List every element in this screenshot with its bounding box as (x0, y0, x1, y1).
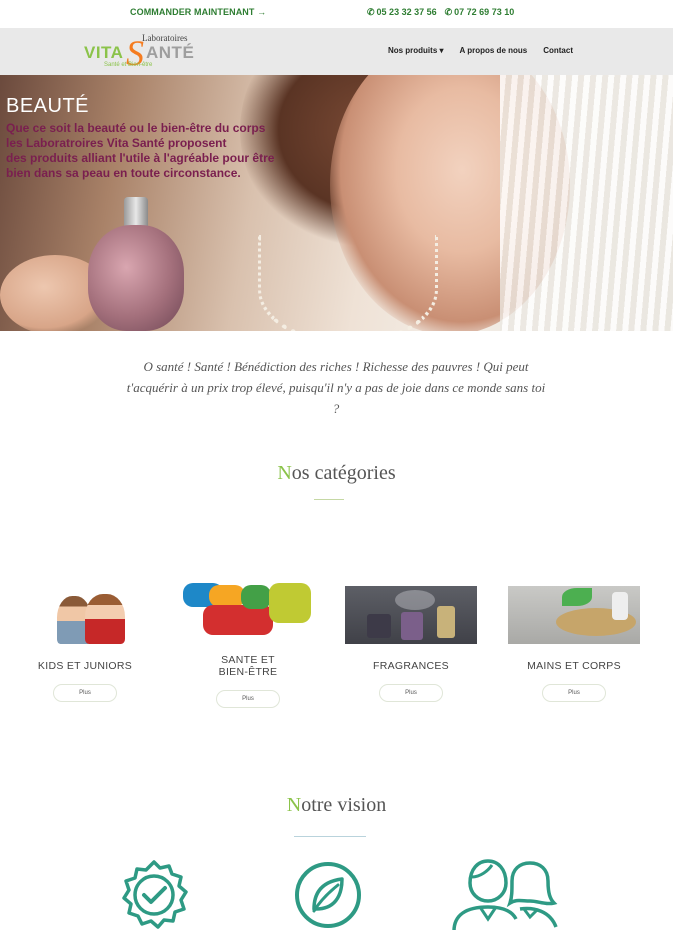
quality-badge-icon (122, 860, 188, 929)
category-fragrances-image[interactable] (345, 586, 477, 644)
pill-orange (209, 585, 245, 607)
fragrance-bottle-3 (437, 606, 455, 638)
pill-red (203, 605, 273, 635)
categories-title-initial: N (277, 462, 292, 484)
categories-title-rest: os catégories (291, 462, 396, 484)
whatsapp-icon: ✆ (444, 7, 453, 17)
order-now-link[interactable]: COMMANDER MAINTENANT → (130, 7, 266, 17)
phone-1-number: 05 23 32 37 56 (376, 7, 437, 17)
category-health-label-line-1: SANTE ET (221, 654, 275, 666)
categories-divider (314, 499, 344, 500)
category-kids-image[interactable] (19, 586, 151, 644)
customers-couple-icon (452, 859, 558, 930)
fragrance-bottle-2 (401, 612, 423, 640)
hero-line-3: des produits alliant l'utile à l'agréabl… (6, 151, 275, 165)
navbar: Laboratoires VITA S ANTÉ Santé et Bien-ê… (0, 28, 673, 75)
phone-1[interactable]: ✆ 05 23 32 37 56 (367, 7, 437, 18)
category-health-more-button[interactable]: Plus (216, 690, 280, 708)
logo-subtitle: Santé et Bien-être (104, 62, 153, 68)
nav-menu: Nos produits ▾ A propos de nous Contact (388, 46, 573, 55)
hero-text: Que ce soit la beauté ou le bien-être du… (6, 121, 336, 181)
phone-icon: ✆ (367, 7, 375, 17)
category-health-label: SANTE ET BIEN-ÊTRE (181, 654, 315, 678)
pill-green (241, 585, 271, 609)
nav-item-products[interactable]: Nos produits ▾ (388, 46, 444, 55)
nav-item-about[interactable]: A propos de nous (460, 46, 528, 55)
phone-2-number: 07 72 69 73 10 (454, 7, 515, 17)
phone-numbers: ✆ 05 23 32 37 56 ✆ 07 72 69 73 10 (367, 7, 514, 18)
body-leaves (562, 588, 592, 606)
category-body-more-button[interactable]: Plus (542, 684, 606, 702)
logo-sante: ANTÉ (146, 43, 195, 62)
category-kids-label: KIDS ET JUNIORS (37, 660, 133, 672)
category-fragrances: FRAGRANCES Plus (344, 578, 478, 718)
phone-2[interactable]: ✆ 07 72 69 73 10 (445, 7, 515, 18)
logo-laboratoires: Laboratoires (142, 33, 188, 43)
category-kids: KIDS ET JUNIORS Plus (18, 578, 152, 718)
hero-line-2: les Laboratroires Vita Santé proposent (6, 136, 227, 150)
category-body-image[interactable] (508, 586, 640, 644)
kid-girl (85, 594, 125, 644)
category-health: SANTE ET BIEN-ÊTRE Plus (181, 578, 315, 718)
categories-title: Nos catégories (0, 462, 673, 485)
vision-icons (0, 855, 673, 930)
category-kids-more-button[interactable]: Plus (53, 684, 117, 702)
hero-line-4: bien dans sa peau en toute circonstance. (6, 166, 241, 180)
hero-curtain (500, 75, 673, 331)
vision-title-initial: N (286, 794, 302, 816)
logo[interactable]: Laboratoires VITA S ANTÉ Santé et Bien-ê… (84, 31, 204, 73)
leaf-nature-icon (295, 862, 361, 928)
top-bar: COMMANDER MAINTENANT → ✆ 05 23 32 37 56 ✆… (0, 0, 673, 28)
hero-banner: BEAUTÉ Que ce soit la beauté ou le bien-… (0, 75, 673, 331)
fragrance-mist (395, 590, 435, 610)
vision-title-rest: otre vision (301, 794, 387, 816)
vision-title: Notre vision (0, 794, 673, 817)
categories-grid: KIDS ET JUNIORS Plus SANTE ET BIEN-ÊTRE P… (18, 578, 654, 718)
category-fragrances-label: FRAGRANCES (373, 660, 449, 672)
pill-yellow (269, 583, 311, 623)
category-health-label-line-2: BIEN-ÊTRE (218, 666, 278, 678)
hero-line-1: Que ce soit la beauté ou le bien-être du… (6, 121, 266, 135)
hero-title: BEAUTÉ (6, 95, 90, 117)
logo-vita: VITA (84, 43, 124, 62)
fragrance-bottle-1 (367, 614, 391, 638)
vision-divider (294, 836, 366, 837)
perfume-bottle (88, 225, 184, 331)
nav-item-contact[interactable]: Contact (543, 46, 573, 55)
hero-pearl-necklace (258, 235, 438, 331)
category-body-label: MAINS ET CORPS (527, 660, 621, 672)
category-health-image[interactable] (181, 579, 313, 637)
category-fragrances-more-button[interactable]: Plus (379, 684, 443, 702)
category-body: MAINS ET CORPS Plus (507, 578, 641, 718)
body-lotion-bottle (612, 592, 628, 620)
health-quote: O santé ! Santé ! Bénédiction des riches… (126, 359, 546, 416)
